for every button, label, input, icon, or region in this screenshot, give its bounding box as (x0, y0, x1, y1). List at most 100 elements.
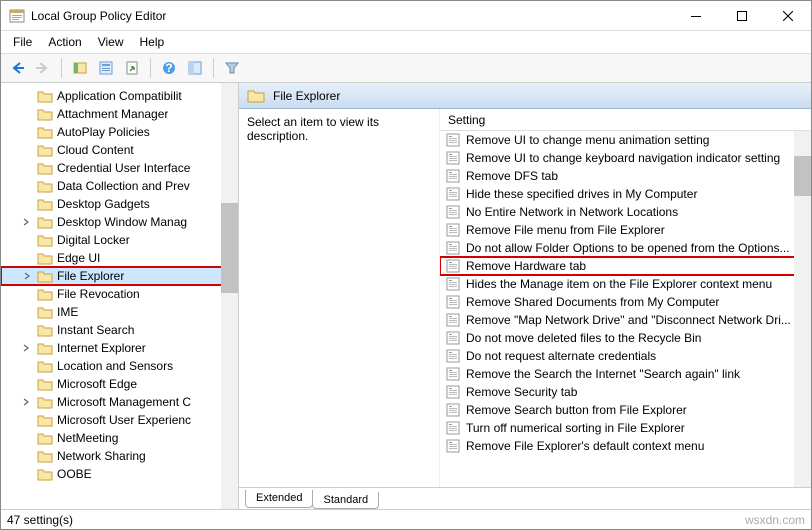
setting-item[interactable]: Hide these specified drives in My Comput… (440, 185, 811, 203)
setting-label: Do not allow Folder Options to be opened… (466, 241, 790, 255)
column-header-setting[interactable]: Setting (440, 109, 811, 131)
setting-item[interactable]: Remove Security tab (440, 383, 811, 401)
tree-item[interactable]: File Revocation (1, 285, 238, 303)
tree-item-label: Desktop Window Manag (57, 215, 187, 229)
menu-help[interactable]: Help (132, 33, 173, 51)
setting-label: Do not request alternate credentials (466, 349, 656, 363)
tree-item[interactable]: Data Collection and Prev (1, 177, 238, 195)
setting-icon (446, 439, 460, 453)
menu-file[interactable]: File (5, 33, 40, 51)
menu-action[interactable]: Action (40, 33, 89, 51)
tree-pane: Application Compatibilit Attachment Manag… (1, 83, 239, 509)
tree-item-label: Internet Explorer (57, 341, 146, 355)
status-count: 47 setting(s) (7, 513, 73, 527)
setting-item[interactable]: Turn off numerical sorting in File Explo… (440, 419, 811, 437)
setting-item[interactable]: Do not allow Folder Options to be opened… (440, 239, 811, 257)
tab-standard[interactable]: Standard (312, 492, 379, 509)
tree-item-label: Microsoft Management C (57, 395, 191, 409)
filter-options-button[interactable] (183, 56, 207, 80)
setting-item[interactable]: Remove "Map Network Drive" and "Disconne… (440, 311, 811, 329)
toolbar: ? (1, 53, 811, 83)
expand-icon[interactable] (21, 216, 33, 228)
setting-item[interactable]: Remove File Explorer's default context m… (440, 437, 811, 455)
setting-icon (446, 277, 460, 291)
tree-item-label: Application Compatibilit (57, 89, 182, 103)
status-bar: 47 setting(s) wsxdn.com (1, 509, 811, 529)
setting-label: Remove Search button from File Explorer (466, 403, 687, 417)
tree-item[interactable]: Edge UI (1, 249, 238, 267)
setting-item[interactable]: Remove UI to change keyboard navigation … (440, 149, 811, 167)
list-scrollbar[interactable] (794, 131, 811, 487)
expand-icon[interactable] (21, 396, 33, 408)
tab-extended[interactable]: Extended (245, 490, 313, 508)
tree-item[interactable]: Application Compatibilit (1, 87, 238, 105)
setting-item[interactable]: Remove DFS tab (440, 167, 811, 185)
export-button[interactable] (120, 56, 144, 80)
folder-icon (247, 89, 265, 103)
setting-item[interactable]: No Entire Network in Network Locations (440, 203, 811, 221)
tree-item[interactable]: Microsoft Edge (1, 375, 238, 393)
setting-icon (446, 403, 460, 417)
tree-item[interactable]: Microsoft Management C (1, 393, 238, 411)
tree-item[interactable]: Location and Sensors (1, 357, 238, 375)
help-button[interactable]: ? (157, 56, 181, 80)
setting-item[interactable]: Remove File menu from File Explorer (440, 221, 811, 239)
tree-item[interactable]: Network Sharing (1, 447, 238, 465)
tree-item-label: IME (57, 305, 78, 319)
svg-text:?: ? (165, 61, 172, 75)
tree-item-label: OOBE (57, 467, 92, 481)
setting-icon (446, 295, 460, 309)
show-hide-tree-button[interactable] (68, 56, 92, 80)
tree-scrollbar[interactable] (221, 83, 238, 509)
maximize-button[interactable] (719, 1, 765, 31)
setting-label: Hides the Manage item on the File Explor… (466, 277, 772, 291)
properties-button[interactable] (94, 56, 118, 80)
tree-item[interactable]: Credential User Interface (1, 159, 238, 177)
setting-icon (446, 241, 460, 255)
tree-item[interactable]: Internet Explorer (1, 339, 238, 357)
setting-item[interactable]: Remove the Search the Internet "Search a… (440, 365, 811, 383)
setting-icon (446, 169, 460, 183)
tree-item-label: Instant Search (57, 323, 134, 337)
tree-item[interactable]: Microsoft User Experienc (1, 411, 238, 429)
setting-label: Remove UI to change menu animation setti… (466, 133, 709, 147)
filter-button[interactable] (220, 56, 244, 80)
setting-item[interactable]: Do not request alternate credentials (440, 347, 811, 365)
setting-icon (446, 259, 460, 273)
forward-button[interactable] (31, 56, 55, 80)
tree-item[interactable]: Desktop Window Manag (1, 213, 238, 231)
close-button[interactable] (765, 1, 811, 31)
setting-icon (446, 223, 460, 237)
expand-icon[interactable] (22, 270, 34, 282)
setting-label: Remove File Explorer's default context m… (466, 439, 704, 453)
detail-title: File Explorer (273, 89, 340, 103)
expand-icon[interactable] (21, 342, 33, 354)
back-button[interactable] (5, 56, 29, 80)
tree-item[interactable]: NetMeeting (1, 429, 238, 447)
setting-label: Hide these specified drives in My Comput… (466, 187, 697, 201)
setting-icon (446, 367, 460, 381)
tree-item[interactable]: Cloud Content (1, 141, 238, 159)
setting-label: Turn off numerical sorting in File Explo… (466, 421, 685, 435)
setting-item[interactable]: Remove Search button from File Explorer (440, 401, 811, 419)
setting-item[interactable]: Do not move deleted files to the Recycle… (440, 329, 811, 347)
setting-item[interactable]: Remove UI to change menu animation setti… (440, 131, 811, 149)
tree-item[interactable]: OOBE (1, 465, 238, 483)
tree-item[interactable]: AutoPlay Policies (1, 123, 238, 141)
setting-item[interactable]: Remove Hardware tab (440, 257, 811, 275)
tree-item[interactable]: Desktop Gadgets (1, 195, 238, 213)
tree-item[interactable]: Attachment Manager (1, 105, 238, 123)
setting-item[interactable]: Remove Shared Documents from My Computer (440, 293, 811, 311)
minimize-button[interactable] (673, 1, 719, 31)
tree-item-label: File Revocation (57, 287, 140, 301)
tree-item[interactable]: File Explorer (1, 267, 238, 285)
description-panel: Select an item to view its description. (239, 109, 439, 487)
tree-item-label: Attachment Manager (57, 107, 168, 121)
setting-icon (446, 205, 460, 219)
window-title: Local Group Policy Editor (31, 9, 673, 23)
tree-item[interactable]: Instant Search (1, 321, 238, 339)
setting-item[interactable]: Hides the Manage item on the File Explor… (440, 275, 811, 293)
menu-view[interactable]: View (90, 33, 132, 51)
tree-item[interactable]: Digital Locker (1, 231, 238, 249)
tree-item[interactable]: IME (1, 303, 238, 321)
